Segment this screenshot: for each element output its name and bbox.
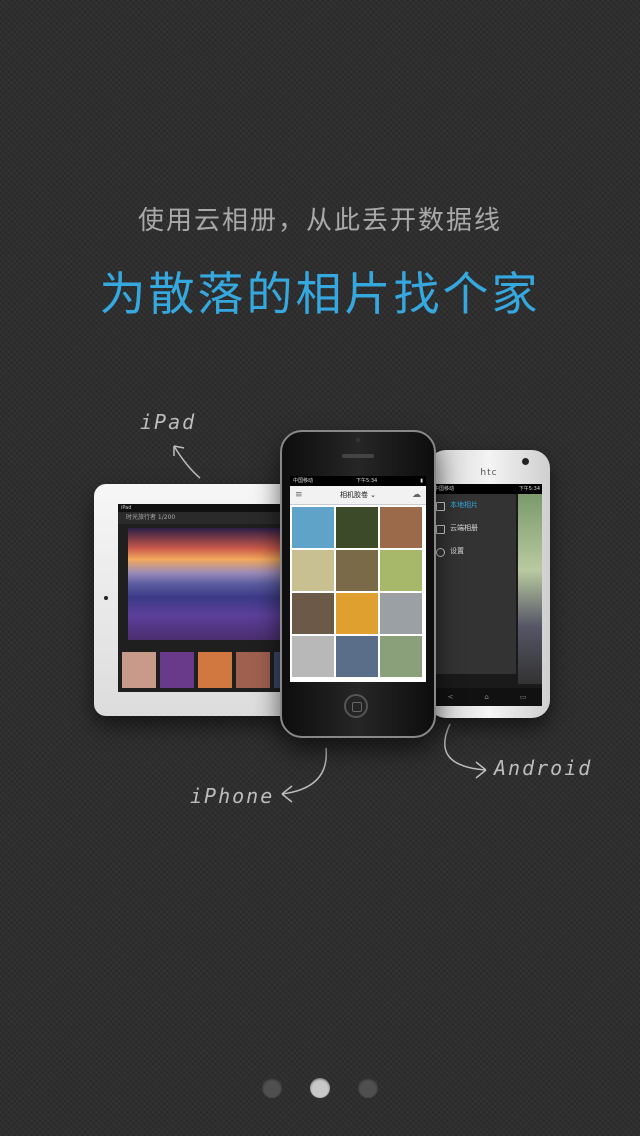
- android-label: Android: [494, 756, 593, 780]
- android-device: htc 中国移动 下午5:34 本地相片 云端相册 设置 < ⌂ ▭: [428, 450, 550, 718]
- iphone-screen: 中国移动 下午5:34 ▮ ≡ 相机胶卷 ⌄ ☁: [290, 476, 426, 682]
- android-carrier: 中国移动: [434, 486, 455, 492]
- android-time: 下午5:34: [518, 486, 540, 492]
- iphone-photo-thumb[interactable]: [380, 636, 422, 677]
- home-icon[interactable]: ⌂: [484, 693, 488, 701]
- ipad-thumb: [198, 652, 232, 688]
- cloud-upload-icon[interactable]: ☁: [412, 486, 421, 504]
- page-dot[interactable]: [310, 1078, 330, 1098]
- android-camera: [522, 458, 529, 465]
- iphone-camera: [356, 438, 360, 442]
- photo-icon: [436, 502, 445, 511]
- page-indicator: [262, 1078, 378, 1098]
- android-status-bar: 中国移动 下午5:34: [432, 484, 542, 494]
- android-brand-logo: htc: [480, 468, 498, 478]
- chevron-down-icon: ⌄: [367, 491, 377, 499]
- menu-icon[interactable]: ≡: [295, 486, 303, 504]
- iphone-photo-thumb[interactable]: [292, 636, 334, 677]
- iphone-photo-thumb[interactable]: [336, 636, 378, 677]
- iphone-photo-thumb[interactable]: [292, 550, 334, 591]
- android-menu-label: 本地相片: [450, 501, 478, 509]
- iphone-album-title[interactable]: 相机胶卷: [340, 491, 368, 499]
- android-menu-local-photos[interactable]: 本地相片: [432, 494, 516, 517]
- android-menu-label: 设置: [450, 547, 464, 555]
- android-nav-bar: < ⌂ ▭: [432, 688, 542, 706]
- iphone-photo-grid: [290, 505, 426, 679]
- iphone-status-bar: 中国移动 下午5:34 ▮: [290, 476, 426, 486]
- page-dot[interactable]: [358, 1078, 378, 1098]
- iphone-photo-thumb[interactable]: [380, 507, 422, 548]
- battery-icon: ▮: [420, 478, 423, 484]
- iphone-photo-thumb[interactable]: [336, 507, 378, 548]
- iphone-speaker: [342, 454, 374, 458]
- gear-icon: [436, 548, 445, 557]
- ipad-lavender-photo: [128, 528, 280, 640]
- iphone-nav-bar: ≡ 相机胶卷 ⌄ ☁: [290, 486, 426, 505]
- cloud-album-icon: [436, 525, 445, 534]
- iphone-carrier: 中国移动: [293, 478, 314, 484]
- page-dot[interactable]: [262, 1078, 282, 1098]
- iphone-photo-thumb[interactable]: [380, 550, 422, 591]
- iphone-photo-thumb[interactable]: [336, 550, 378, 591]
- recent-apps-icon[interactable]: ▭: [520, 693, 527, 701]
- iphone-photo-thumb[interactable]: [336, 593, 378, 634]
- android-arrow: [444, 723, 487, 779]
- android-menu-label: 云端相册: [450, 524, 478, 532]
- iphone-photo-thumb[interactable]: [292, 507, 334, 548]
- intro-headline: 为散落的相片找个家: [99, 267, 541, 321]
- iphone-device: 中国移动 下午5:34 ▮ ≡ 相机胶卷 ⌄ ☁: [280, 430, 436, 738]
- back-icon[interactable]: <: [448, 693, 454, 701]
- android-menu-settings[interactable]: 设置: [432, 540, 516, 563]
- ipad-arrow: [173, 445, 201, 479]
- iphone-home-button[interactable]: [344, 694, 368, 718]
- android-menu-cloud-album[interactable]: 云端相册: [432, 517, 516, 540]
- iphone-label: iPhone: [190, 784, 275, 808]
- ipad-thumb: [160, 652, 194, 688]
- android-screen: 中国移动 下午5:34 本地相片 云端相册 设置 < ⌂ ▭: [432, 484, 542, 706]
- iphone-time: 下午5:34: [356, 478, 378, 484]
- iphone-arrow: [281, 747, 327, 803]
- android-photo-preview: [518, 494, 542, 684]
- ipad-label: iPad: [140, 410, 197, 434]
- ipad-thumb: [236, 652, 270, 688]
- intro-subtitle: 使用云相册，从此丢开数据线: [137, 206, 502, 236]
- iphone-photo-thumb[interactable]: [380, 593, 422, 634]
- android-side-menu: 本地相片 云端相册 设置: [432, 494, 516, 674]
- iphone-photo-thumb[interactable]: [292, 593, 334, 634]
- ipad-thumb: [122, 652, 156, 688]
- ipad-camera-dot: [104, 596, 108, 600]
